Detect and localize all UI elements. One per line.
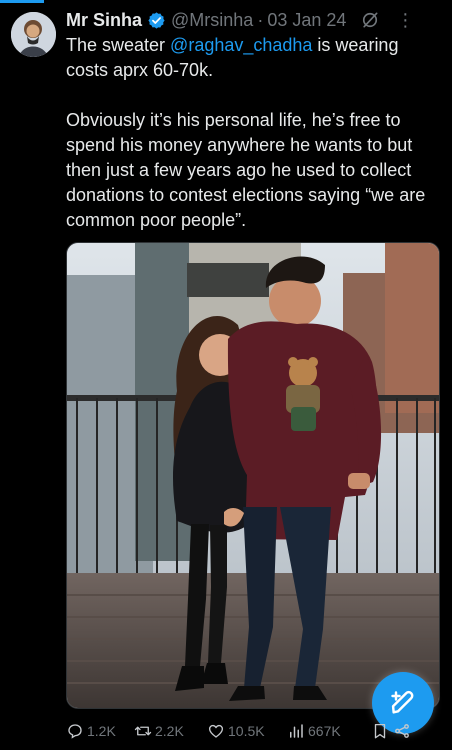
reply-button[interactable]: 1.2K <box>66 722 134 740</box>
repost-button[interactable]: 2.2K <box>134 722 207 740</box>
avatar-image <box>11 12 56 57</box>
tweet-text-end: is wearing costs aprx 60-70k. Obviously … <box>66 35 426 230</box>
tweet-card[interactable]: Mr Sinha @Mrsinha · 03 Jan 24 ⋮ The swea… <box>0 0 452 750</box>
grok-icon[interactable] <box>360 10 380 30</box>
post-date[interactable]: 03 Jan 24 <box>267 10 346 31</box>
more-options-icon[interactable]: ⋮ <box>396 10 414 31</box>
share-button[interactable] <box>393 722 415 740</box>
date-separator: · <box>257 9 264 30</box>
reply-icon <box>68 724 82 739</box>
author-handle[interactable]: @Mrsinha <box>171 10 253 31</box>
author-name[interactable]: Mr Sinha <box>66 10 142 31</box>
bookmark-button[interactable] <box>371 722 393 740</box>
like-count: 10.5K <box>228 723 265 739</box>
views-count: 667K <box>308 723 341 739</box>
like-button[interactable]: 10.5K <box>207 722 287 740</box>
bookmark-icon <box>374 723 386 739</box>
reply-count: 1.2K <box>87 723 116 739</box>
views-icon <box>290 724 303 738</box>
balcony-couple-photo <box>67 243 439 708</box>
verified-badge-icon <box>148 11 165 29</box>
tweet-actions: 1.2K 2.2K 10.5K 667K <box>66 719 438 743</box>
avatar[interactable] <box>11 12 56 57</box>
repost-count: 2.2K <box>155 723 184 739</box>
tweet-header: Mr Sinha @Mrsinha · 03 Jan 24 ⋮ <box>66 8 444 32</box>
repost-icon <box>134 726 152 736</box>
tweet-text: The sweater @raghav_chadha is wearing co… <box>66 33 444 233</box>
share-icon <box>395 724 409 738</box>
views-button[interactable]: 667K <box>287 722 371 740</box>
compose-post-icon <box>391 690 414 714</box>
mention-link[interactable]: @raghav_chadha <box>170 35 312 55</box>
tweet-photo[interactable] <box>66 242 440 709</box>
tweet-text-start: The sweater <box>66 35 171 55</box>
like-icon <box>208 724 224 738</box>
